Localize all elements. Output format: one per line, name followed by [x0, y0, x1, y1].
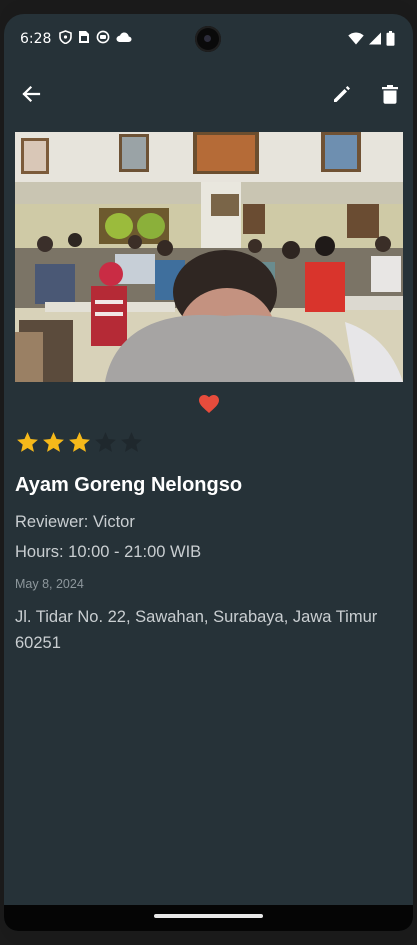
delete-button[interactable]: [374, 78, 406, 110]
star-empty-icon: [121, 432, 142, 452]
star-rating: [15, 430, 144, 455]
cloud-icon: [116, 32, 132, 42]
reviewer-name: Reviewer: Victor: [15, 513, 135, 531]
star-filled-icon: [17, 432, 38, 452]
pencil-icon: [334, 86, 350, 102]
edit-button[interactable]: [326, 78, 358, 110]
app-screen: 6:28 Ayam Goreng Nelongso Reviewer: Vict…: [4, 14, 413, 931]
status-time: 6:28: [20, 31, 52, 47]
star-filled-icon: [43, 432, 64, 452]
status-system-icons: [348, 31, 395, 46]
status-notification-icons: [59, 30, 132, 44]
cellular-signal-icon: [369, 32, 381, 45]
restaurant-address: Jl. Tidar No. 22, Sawahan, Surabaya, Jaw…: [15, 608, 378, 652]
star-filled-icon: [69, 432, 90, 452]
battery-icon: [386, 31, 395, 46]
app-bar: [4, 66, 413, 122]
home-indicator[interactable]: [154, 914, 263, 918]
trash-icon: [382, 84, 398, 104]
device-frame: 6:28 Ayam Goreng Nelongso Reviewer: Vict…: [0, 0, 417, 945]
back-button[interactable]: [15, 78, 47, 110]
system-nav-bar: [4, 905, 413, 931]
heart-icon: [199, 395, 219, 413]
review-date: May 8, 2024: [15, 577, 84, 591]
restaurant-name: Ayam Goreng Nelongso: [15, 474, 243, 496]
sim-card-icon: [79, 31, 89, 43]
restaurant-photo-image: [15, 132, 403, 382]
status-bar: 6:28: [4, 14, 413, 66]
arrow-back-icon: [22, 85, 41, 103]
wifi-icon: [348, 32, 364, 45]
favorite-button[interactable]: [197, 392, 221, 416]
app-status-icon: [96, 30, 110, 44]
opening-hours: Hours: 10:00 - 21:00 WIB: [15, 543, 202, 561]
restaurant-photo: [15, 132, 403, 382]
front-camera: [195, 26, 221, 52]
vpn-shield-icon: [59, 30, 72, 44]
star-empty-icon: [95, 432, 116, 452]
